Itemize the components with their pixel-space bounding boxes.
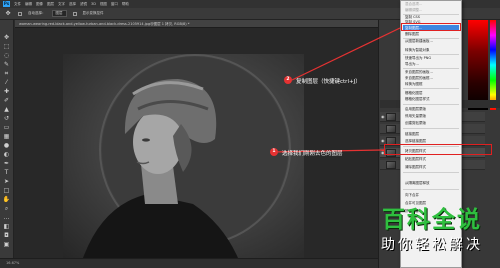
annotation-text-1: 选择我们刚刚去色的图层 [282,151,343,157]
annotation-badge-1: 1 [270,148,278,156]
annotation-text-2: 复制图层（快捷键ctrl+J） [296,79,361,85]
annotation-badge-2: 2 [284,76,292,84]
watermark: 百科全说 助你轻松解决 [366,200,498,262]
arrow-to-menu-item [291,27,401,81]
watermark-title: 百科全说 [382,207,482,233]
watermark-subtitle: 助你轻松解决 [381,237,483,253]
